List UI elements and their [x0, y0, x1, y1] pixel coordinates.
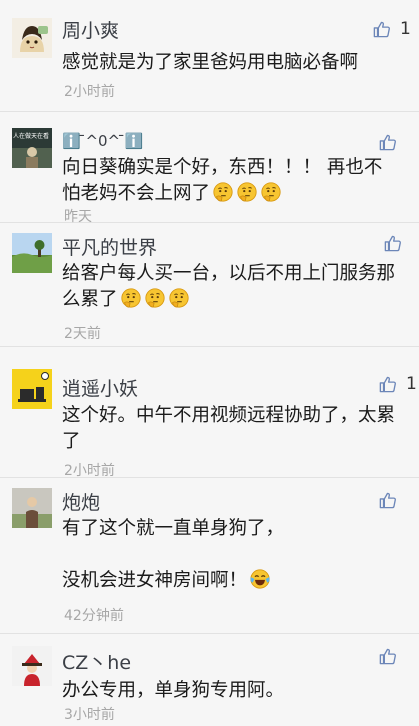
thumbs-up-icon: [378, 491, 397, 510]
tears-of-joy-icon: [249, 568, 271, 590]
comment-text: 给客户每人买一台，以后不用上门服务那么累了: [62, 261, 397, 313]
thinking-face-icon: [260, 181, 282, 203]
like-button[interactable]: [378, 133, 397, 152]
avatar[interactable]: [12, 369, 52, 409]
comment-text-line-2: 没机会进女神房间啊！: [62, 568, 397, 594]
avatar[interactable]: 人在做天在看: [12, 128, 52, 168]
comment-text: 办公专用，单身狗专用阿。: [62, 680, 285, 701]
thinking-face-icon: [212, 181, 234, 203]
comment-text: 有了这个就一直单身狗了， 没机会进女神房间啊！: [62, 516, 397, 594]
thinking-face-icon: [144, 287, 166, 309]
comment-text: 感觉就是为了家里爸妈用电脑必备啊: [62, 52, 359, 73]
comment-item: 炮炮 有了这个就一直单身狗了， 没机会进女神房间啊！ 42分钟前: [0, 478, 419, 634]
comment-item: 逍遥小妖 这个好。中午不用视频远程协助了，太累了 2小时前 1: [0, 347, 419, 479]
like-count: 1: [400, 19, 411, 39]
avatar[interactable]: [12, 233, 52, 273]
comment-author[interactable]: 炮炮: [62, 488, 100, 515]
thinking-face-icon: [120, 287, 142, 309]
like-button[interactable]: [378, 647, 397, 666]
comment-text: 向日葵确实是个好，东西！！！ 再也不怕老妈不会上网了: [62, 155, 397, 207]
comment-author[interactable]: 平凡的世界: [62, 233, 157, 260]
comment-item: 周小爽 感觉就是为了家里爸妈用电脑必备啊 2小时前 1: [0, 0, 419, 112]
like-button[interactable]: 1: [372, 19, 411, 39]
thumbs-up-icon: [383, 234, 402, 253]
avatar[interactable]: [12, 18, 52, 58]
comment-text-body: 给客户每人买一台，以后不用上门服务那么累了: [62, 263, 396, 310]
comment-item: CZ丶he 办公专用，单身狗专用阿。 3小时前: [0, 634, 419, 726]
avatar-caption: 人在做天在看: [13, 133, 50, 140]
comment-author[interactable]: 周小爽: [62, 16, 119, 43]
thumbs-up-icon: [372, 20, 391, 39]
thinking-face-icon: [236, 181, 258, 203]
comment-text-body: 没机会进女神房间啊！: [62, 570, 248, 591]
comment-time: 3小时前: [64, 707, 115, 723]
comment-author[interactable]: 逍遥小妖: [62, 374, 138, 401]
comment-time: 2小时前: [64, 84, 115, 100]
comment-time: 2小时前: [64, 463, 115, 479]
comment-item: 平凡的世界 给客户每人买一台，以后不用上门服务那么累了 2天前: [0, 223, 419, 347]
like-count: 1: [406, 374, 417, 394]
avatar[interactable]: [12, 488, 52, 528]
thumbs-up-icon: [378, 375, 397, 394]
like-button[interactable]: [378, 491, 397, 510]
thumbs-up-icon: [378, 647, 397, 666]
comment-text-line: 有了这个就一直单身狗了，: [62, 518, 285, 539]
comment-item: 人在做天在看 ℹ️ ̄^0^ ̄ℹ️ 向日葵确实是个好，东西！！！ 再也不怕老妈…: [0, 112, 419, 225]
comment-text: 这个好。中午不用视频远程协助了，太累了: [62, 405, 396, 452]
comment-author[interactable]: CZ丶he: [62, 648, 131, 675]
thinking-face-icon: [168, 287, 190, 309]
like-button[interactable]: 1: [378, 374, 417, 394]
avatar[interactable]: [12, 646, 52, 686]
comment-time: 42分钟前: [64, 608, 124, 624]
like-button[interactable]: [383, 234, 402, 253]
comment-time: 2天前: [64, 326, 101, 342]
comment-author[interactable]: ℹ️ ̄^0^ ̄ℹ️: [62, 132, 144, 150]
thumbs-up-icon: [378, 133, 397, 152]
